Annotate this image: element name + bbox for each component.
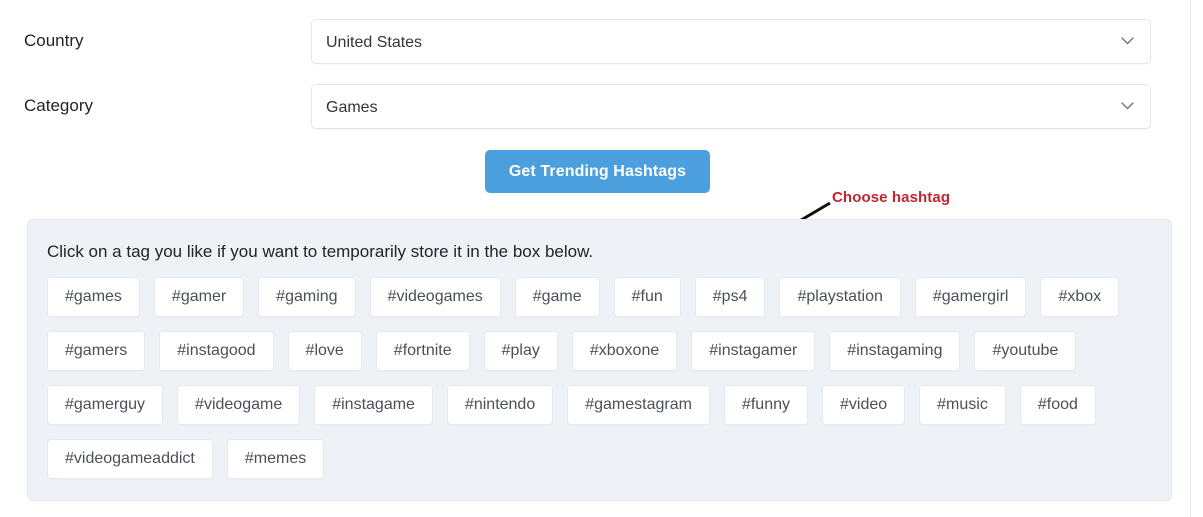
get-trending-hashtags-button[interactable]: Get Trending Hashtags [485, 150, 710, 193]
tag-item[interactable]: #game [514, 277, 600, 317]
tag-item[interactable]: #gamers [47, 331, 146, 371]
tag-item[interactable]: #love [287, 331, 362, 371]
tag-item[interactable]: #fun [613, 277, 681, 317]
label-country: Country [24, 31, 84, 50]
tag-row: #gamerguy #videogame #instagame #nintend… [47, 385, 1159, 425]
page-right-edge [1190, 0, 1191, 517]
country-select[interactable]: United States [311, 19, 1151, 64]
tags-panel: Click on a tag you like if you want to t… [27, 219, 1172, 501]
tag-row: #games #gamer #gaming #videogames #game … [47, 277, 1159, 317]
tag-item[interactable]: #gamerguy [47, 385, 164, 425]
label-category: Category [24, 96, 93, 115]
tag-item[interactable]: #games [47, 277, 140, 317]
tag-item[interactable]: #gamergirl [914, 277, 1027, 317]
tag-item[interactable]: #videogame [177, 385, 301, 425]
annotation-label: Choose hashtag [832, 189, 951, 206]
tag-item[interactable]: #ps4 [694, 277, 766, 317]
tag-item[interactable]: #instagood [159, 331, 274, 371]
tag-item[interactable]: #funny [723, 385, 808, 425]
country-select-value: United States [326, 34, 423, 51]
category-select[interactable]: Games [311, 84, 1151, 129]
tags-panel-hint: Click on a tag you like if you want to t… [47, 242, 594, 261]
tag-item[interactable]: #video [822, 385, 906, 425]
tag-item[interactable]: #music [919, 385, 1006, 425]
tag-row: #videogameaddict #memes [47, 439, 1159, 479]
tag-item[interactable]: #fortnite [375, 331, 470, 371]
tag-item[interactable]: #videogames [369, 277, 501, 317]
form-row-country: Country United States [0, 19, 1172, 65]
tag-item[interactable]: #instagaming [829, 331, 961, 371]
tag-item[interactable]: #gamestagram [567, 385, 710, 425]
category-select-value: Games [326, 99, 378, 116]
tag-item[interactable]: #memes [226, 439, 325, 479]
chevron-down-icon [1121, 102, 1134, 110]
tag-item[interactable]: #gaming [258, 277, 356, 317]
tag-item[interactable]: #nintendo [446, 385, 554, 425]
tag-item[interactable]: #videogameaddict [47, 439, 213, 479]
tag-item[interactable]: #gamer [153, 277, 245, 317]
tag-item[interactable]: #playstation [779, 277, 901, 317]
tag-rows: #games #gamer #gaming #videogames #game … [47, 277, 1159, 493]
tag-item[interactable]: #food [1019, 385, 1096, 425]
chevron-down-icon [1121, 37, 1134, 45]
tag-item[interactable]: #play [483, 331, 558, 371]
tag-item[interactable]: #xboxone [571, 331, 678, 371]
form-row-category: Category Games [0, 84, 1172, 130]
tag-row: #gamers #instagood #love #fortnite #play… [47, 331, 1159, 371]
tag-item[interactable]: #instagame [314, 385, 433, 425]
page-root: Country United States Category Games Get… [0, 0, 1203, 517]
tag-item[interactable]: #youtube [974, 331, 1077, 371]
tag-item[interactable]: #instagamer [691, 331, 816, 371]
tag-item[interactable]: #xbox [1040, 277, 1120, 317]
